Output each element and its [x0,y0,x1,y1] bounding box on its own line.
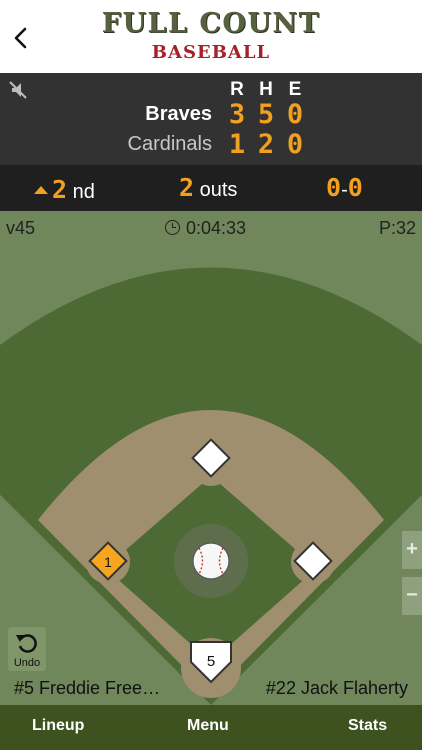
top-inning-arrow-icon [34,186,48,194]
ball-strike-count[interactable]: 0-0 [326,173,363,202]
outs-number: 2 [179,173,195,202]
home-team-name: Cardinals [127,133,212,155]
home-batter-number: 5 [207,653,215,670]
undo-icon [16,634,37,653]
logo-subtitle: BASEBALL [151,42,271,63]
game-status-bar: 2 nd 2 outs 0-0 [0,165,422,211]
strikes-count: 0 [347,173,363,202]
first-base-runner-number: 1 [104,554,112,570]
inning-suffix: nd [72,181,95,203]
undo-label: Undo [13,657,41,669]
outs-label: outs [199,179,238,201]
pitcher-name[interactable]: #22 Jack Flaherty [266,678,408,699]
game-timer: 0:04:33 [165,218,246,239]
inning-indicator[interactable]: 2 nd [34,175,95,204]
logo-title: FULL COUNT [101,8,321,39]
hits-header: H [259,79,273,100]
tab-menu[interactable]: Menu [187,717,229,735]
count-separator: - [341,179,348,201]
game-time: 0:04:33 [186,218,247,238]
bottom-tab-bar: Lineup Menu Stats [0,705,422,750]
inning-number: 2 [52,175,68,204]
runs-header: R [230,79,244,100]
undo-button[interactable]: Undo [8,627,46,671]
pitch-count: P:32 [378,218,416,238]
app-header: FULL COUNT BASEBALL [0,0,422,73]
errors-header: E [288,79,302,100]
away-errors: 0 [286,99,304,130]
zoom-in-button[interactable]: + [402,531,422,569]
tab-lineup[interactable]: Lineup [32,717,84,735]
away-runs: 3 [228,99,246,130]
home-hits: 2 [257,129,275,160]
mute-icon[interactable] [6,78,30,102]
baseball-icon[interactable] [192,542,230,580]
version-label: v45 [6,218,36,238]
home-errors: 0 [286,129,304,160]
away-team-name: Braves [145,103,212,125]
tab-stats[interactable]: Stats [348,717,387,735]
home-runs: 1 [228,129,246,160]
away-hits: 5 [257,99,275,130]
batter-name[interactable]: #5 Freddie Free… [14,678,160,699]
scoreboard: R H E Braves 3 5 0 Cardinals 1 2 0 [0,73,422,165]
zoom-out-button[interactable]: − [402,577,422,615]
clock-icon [165,220,180,235]
baseball-field: 1 5 [0,211,422,705]
outs-indicator[interactable]: 2 outs [179,173,237,202]
balls-count: 0 [326,173,342,202]
